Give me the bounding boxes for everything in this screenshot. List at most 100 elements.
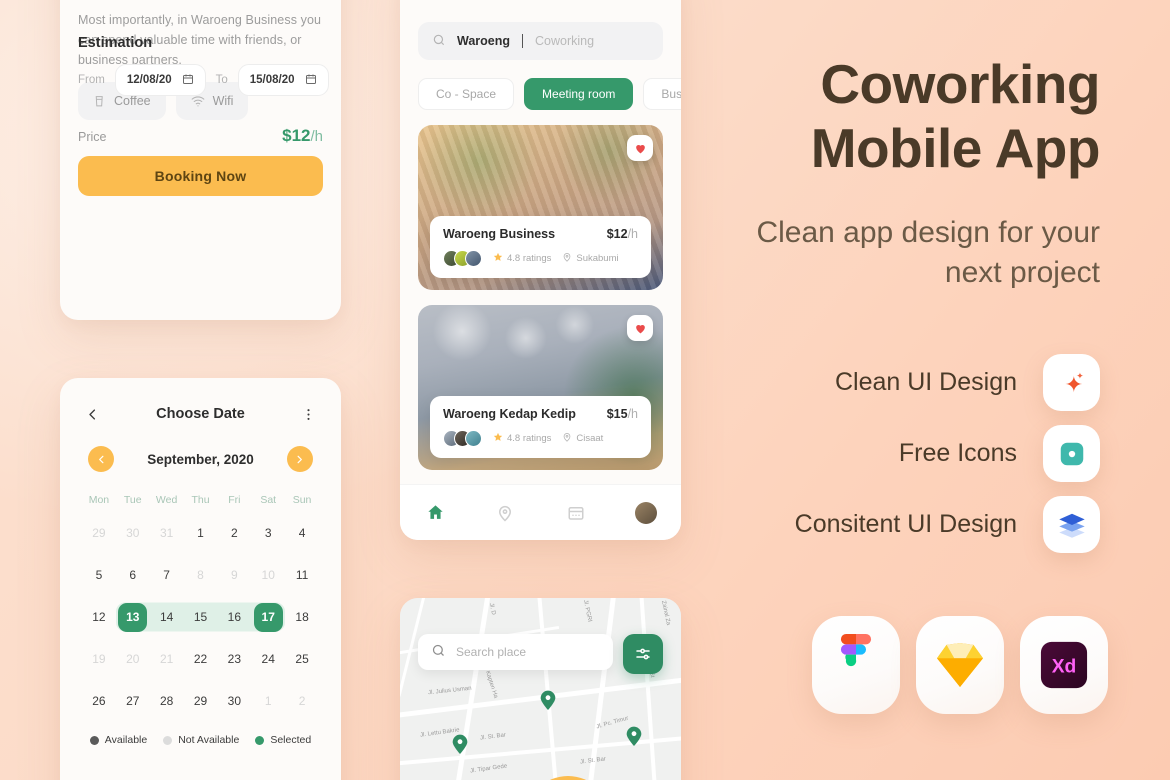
calendar-day: 31 bbox=[159, 526, 174, 540]
place-price: $12/h bbox=[607, 227, 638, 241]
calendar-day[interactable]: 30 bbox=[217, 680, 251, 722]
calendar-day[interactable]: 6 bbox=[116, 554, 150, 596]
nav-map-pin-icon[interactable] bbox=[489, 497, 521, 529]
chevron-left-icon[interactable] bbox=[82, 404, 102, 424]
place-price-amount: $15 bbox=[606, 407, 628, 421]
place-name: Waroeng Business bbox=[443, 227, 556, 241]
current-month-label: September, 2020 bbox=[147, 451, 254, 467]
nav-home-icon[interactable] bbox=[419, 497, 451, 529]
calendar-legend: Available Not Available Selected bbox=[60, 722, 341, 746]
search-icon bbox=[431, 643, 446, 661]
calendar-day[interactable]: 4 bbox=[285, 512, 319, 554]
calendar-day[interactable]: 17 bbox=[251, 596, 285, 638]
avatar-group bbox=[443, 430, 482, 447]
calendar-day[interactable]: 26 bbox=[82, 680, 116, 722]
star-icon bbox=[493, 252, 503, 265]
feature-row-clean-ui-design: Clean UI Design bbox=[835, 354, 1100, 411]
nav-calendar-icon[interactable] bbox=[560, 497, 592, 529]
place-price-amount: $12 bbox=[606, 227, 628, 241]
estimation-title: Estimation bbox=[78, 35, 153, 51]
nav-profile-avatar[interactable] bbox=[630, 497, 662, 529]
heart-icon[interactable] bbox=[627, 315, 653, 341]
calendar-day[interactable]: 2 bbox=[217, 512, 251, 554]
calendar-day[interactable]: 1 bbox=[184, 512, 218, 554]
rating: 4.8 ratings bbox=[493, 432, 551, 445]
calendar-day[interactable]: 23 bbox=[217, 638, 251, 680]
filter-chip[interactable]: Meeting room bbox=[524, 78, 634, 110]
calendar-day[interactable]: 13 bbox=[116, 596, 150, 638]
estimation-row: From 12/08/20 To 15/08/20 bbox=[78, 64, 329, 96]
place-info: Waroeng Business $12/h 4.8 ratings Sukab… bbox=[430, 216, 651, 278]
map-search-input[interactable]: Search place bbox=[418, 634, 613, 670]
map-pin-icon[interactable] bbox=[540, 690, 556, 715]
calendar-week-row: 12 13 14 15 16 17 18 bbox=[82, 596, 319, 638]
calendar-day[interactable]: 11 bbox=[285, 554, 319, 596]
street-label: Jl. PGRI bbox=[581, 599, 593, 623]
calendar-day[interactable]: 3 bbox=[251, 512, 285, 554]
promo-panel: Coworking Mobile App Clean app design fo… bbox=[700, 0, 1170, 780]
sliders-icon[interactable] bbox=[623, 634, 663, 674]
next-month-button[interactable] bbox=[286, 446, 313, 472]
calendar-day: 29 bbox=[92, 526, 106, 540]
calendar-day[interactable]: 29 bbox=[184, 680, 218, 722]
place-price-unit: /h bbox=[627, 227, 638, 241]
legend-dot bbox=[163, 735, 173, 745]
place-price-unit: /h bbox=[627, 407, 638, 421]
place-info: Waroeng Kedap Kedip $15/h 4.8 ratings Ci… bbox=[430, 396, 651, 458]
map-pin-icon[interactable] bbox=[452, 734, 468, 759]
legend-label: Not Available bbox=[178, 734, 240, 746]
calendar-day[interactable]: 18 bbox=[285, 596, 319, 638]
more-vertical-icon[interactable] bbox=[299, 404, 319, 424]
weekday-header-row: Mon Tue Wed Thu Fri Sat Sun bbox=[82, 494, 319, 512]
to-date-field[interactable]: 15/08/20 bbox=[237, 64, 329, 96]
calendar-icon bbox=[182, 73, 194, 88]
star-icon bbox=[493, 432, 503, 445]
calendar-day[interactable]: 25 bbox=[285, 638, 319, 680]
sparkle-icon bbox=[1043, 354, 1100, 411]
calendar-day[interactable]: 15 bbox=[184, 596, 218, 638]
location: Sukabumi bbox=[562, 252, 619, 265]
calendar-day[interactable]: 7 bbox=[150, 554, 184, 596]
street-label: Jl. Tipar Gede bbox=[469, 763, 508, 775]
design-tool-logos: Xd bbox=[812, 616, 1108, 714]
calendar-week-row: 19 20 21 22 23 24 25 bbox=[82, 638, 319, 680]
place-card[interactable]: Waroeng Kedap Kedip $15/h 4.8 ratings Ci… bbox=[418, 305, 663, 470]
price-amount: $12 bbox=[282, 126, 311, 145]
calendar-day: 2 bbox=[298, 694, 306, 708]
filter-chip[interactable]: Business Ro bbox=[643, 78, 681, 110]
booking-now-button[interactable]: Booking Now bbox=[78, 156, 323, 196]
calendar-day[interactable]: 14 bbox=[150, 596, 184, 638]
search-input[interactable]: Waroeng Coworking bbox=[418, 22, 663, 60]
calendar-day[interactable]: 28 bbox=[150, 680, 184, 722]
location-text: Sukabumi bbox=[576, 253, 619, 264]
calendar-day: 9 bbox=[231, 568, 238, 582]
map-canvas[interactable]: Jl. D Jl. PGRI Zainal Za Jl. Julius Usma… bbox=[400, 598, 681, 780]
legend-dot bbox=[89, 735, 99, 745]
location: Cisaat bbox=[562, 432, 603, 445]
calendar-title: Choose Date bbox=[156, 406, 245, 422]
calendar-day[interactable]: 24 bbox=[251, 638, 285, 680]
location-text: Cisaat bbox=[576, 433, 604, 444]
search-typed-text: Waroeng bbox=[457, 34, 511, 48]
map-pin-icon[interactable] bbox=[626, 726, 642, 751]
from-date-field[interactable]: 12/08/20 bbox=[114, 64, 206, 96]
calendar-day[interactable]: 5 bbox=[82, 554, 116, 596]
filter-chip[interactable]: Co - Space bbox=[418, 78, 515, 110]
calendar-day: 20 bbox=[126, 652, 140, 666]
calendar-day[interactable]: 22 bbox=[184, 638, 218, 680]
wifi-icon bbox=[191, 95, 205, 108]
place-card[interactable]: Waroeng Business $12/h 4.8 ratings Sukab… bbox=[418, 125, 663, 290]
calendar-week-row: 5 6 7 8 9 10 11 bbox=[82, 554, 319, 596]
prev-month-button[interactable] bbox=[88, 446, 114, 472]
avatar bbox=[465, 430, 482, 447]
heart-icon[interactable] bbox=[627, 135, 653, 161]
calendar-week-row: 26 27 28 29 30 1 2 bbox=[82, 680, 319, 722]
price-row: Price $12/h bbox=[78, 126, 323, 146]
category-filter-chips: Co - Space Meeting room Business Ro bbox=[418, 78, 681, 110]
layers-icon bbox=[1043, 496, 1100, 553]
calendar-day[interactable]: 12 bbox=[82, 596, 116, 638]
text-caret bbox=[522, 34, 524, 48]
calendar-day[interactable]: 16 bbox=[217, 596, 251, 638]
calendar-day[interactable]: 27 bbox=[116, 680, 150, 722]
calendar-day: 30 bbox=[126, 526, 140, 540]
